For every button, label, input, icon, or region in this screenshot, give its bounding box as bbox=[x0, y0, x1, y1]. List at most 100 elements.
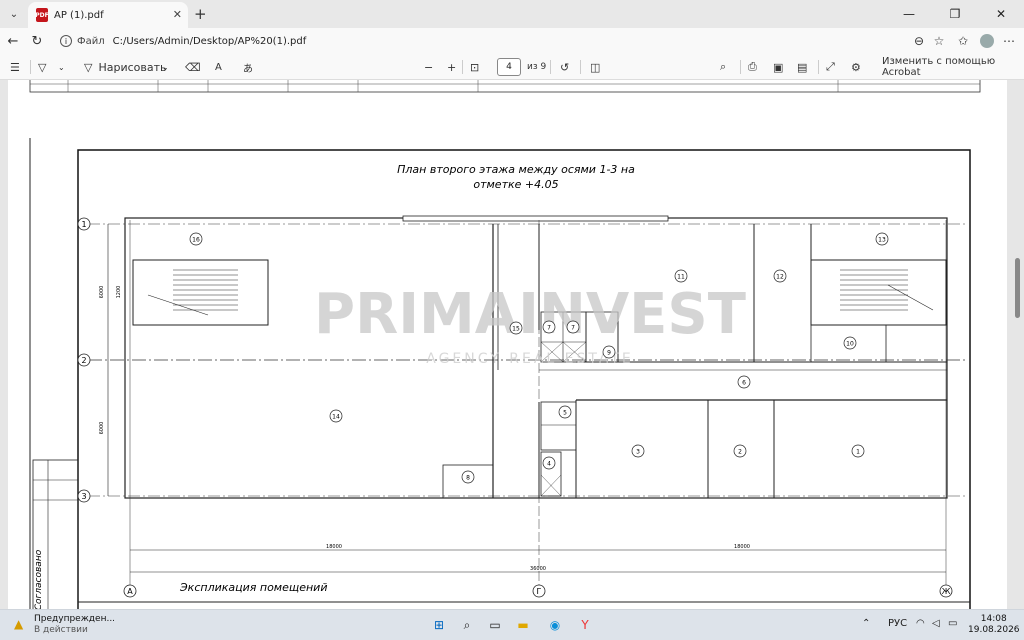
favorites-icon[interactable]: ✩ bbox=[954, 32, 972, 50]
svg-text:7: 7 bbox=[547, 325, 551, 332]
wifi-icon[interactable]: ◠ bbox=[916, 618, 925, 629]
keyboard-language[interactable]: РУС bbox=[888, 618, 907, 629]
file-explorer-icon[interactable]: ▬ bbox=[514, 616, 532, 634]
svg-text:13: 13 bbox=[878, 237, 886, 244]
room-label-13: 13 bbox=[875, 232, 889, 246]
viewer-scrollbar[interactable] bbox=[1012, 80, 1024, 609]
room-label-16: 16 bbox=[189, 232, 203, 246]
tab-pdf[interactable]: PDF AP (1).pdf ✕ bbox=[28, 2, 188, 28]
zoom-in-icon[interactable]: + bbox=[447, 58, 456, 76]
tab-close-icon[interactable]: ✕ bbox=[173, 8, 182, 21]
settings-gear-icon[interactable]: ⚙ bbox=[851, 58, 861, 76]
room-label-1: 1 bbox=[851, 444, 865, 458]
room-label-10: 10 bbox=[843, 336, 857, 350]
watermark-logo: PRIMAINVEST bbox=[314, 282, 746, 347]
search-icon[interactable]: ⌕ bbox=[458, 616, 476, 634]
draw-button[interactable]: ▽ Нарисовать bbox=[84, 58, 167, 76]
room-label-11: 11 bbox=[674, 269, 688, 283]
edit-acrobat-button[interactable]: Изменить с помощью Acrobat bbox=[882, 56, 1024, 78]
fit-page-icon[interactable]: ⊡ bbox=[470, 58, 479, 76]
yandex-browser-icon[interactable]: Y bbox=[576, 616, 594, 634]
dim-vert-2: 6000 bbox=[99, 422, 105, 435]
tray-chevron-icon[interactable]: ⌃ bbox=[862, 618, 870, 629]
room-label-14: 14 bbox=[329, 409, 343, 423]
maximize-button[interactable]: ❐ bbox=[932, 0, 978, 28]
room-label-3: 3 bbox=[631, 444, 645, 458]
url-text: C:/Users/Admin/Desktop/AP%20(1).pdf bbox=[112, 35, 307, 47]
svg-text:12: 12 bbox=[776, 274, 784, 281]
fullscreen-icon[interactable]: ⤢ bbox=[826, 58, 835, 76]
svg-text:3: 3 bbox=[81, 492, 86, 501]
drawing-title-line1: План второго этажа между осями 1-3 на bbox=[397, 163, 635, 176]
refresh-icon[interactable]: ↻ bbox=[28, 32, 46, 50]
axis-row-2: 2 bbox=[77, 353, 91, 367]
notification-title: Предупрежден... bbox=[34, 614, 116, 624]
favorite-star-icon[interactable]: ☆ bbox=[930, 32, 948, 50]
profile-avatar[interactable] bbox=[978, 32, 996, 50]
dim-vert-1: 6000 bbox=[99, 286, 105, 299]
highlight-icon[interactable]: ▽ bbox=[38, 58, 46, 76]
room-label-2: 2 bbox=[733, 444, 747, 458]
watermark-subtitle: AGENCY REAL ESTATE bbox=[426, 351, 634, 367]
svg-text:1: 1 bbox=[856, 449, 860, 456]
svg-text:2: 2 bbox=[738, 449, 742, 456]
room-label-7: 7 bbox=[542, 320, 556, 334]
system-clock[interactable]: 14:08 19.08.2026 bbox=[968, 614, 1020, 636]
room-label-15: 15 bbox=[509, 321, 523, 335]
svg-text:10: 10 bbox=[846, 341, 854, 348]
task-view-icon[interactable]: ▭ bbox=[486, 616, 504, 634]
room-label-8: 8 bbox=[461, 470, 475, 484]
info-icon[interactable]: i bbox=[60, 35, 72, 47]
edge-browser-icon[interactable]: ◉ bbox=[546, 616, 564, 634]
back-icon[interactable]: ← bbox=[4, 32, 22, 50]
dim-stair: 1200 bbox=[116, 286, 122, 299]
tab-title: AP (1).pdf bbox=[54, 9, 104, 21]
more-menu-icon[interactable]: ⋯ bbox=[1000, 32, 1018, 50]
pdf-toolbar: ☰ ▽ ⌄ ▽ Нарисовать ⌄ ⌫ A あ − + ⊡ 4 из 9 … bbox=[0, 54, 1024, 80]
room-label-6: 6 bbox=[737, 375, 751, 389]
tab-bar: ⌄ PDF AP (1).pdf ✕ + — ❐ ✕ bbox=[0, 0, 1024, 28]
clock-date: 19.08.2026 bbox=[968, 625, 1020, 635]
pdf-page-current: План второго этажа между осями 1-3 на от… bbox=[8, 120, 1007, 609]
pdf-file-icon: PDF bbox=[35, 8, 49, 22]
print-icon[interactable]: ⎙ bbox=[748, 58, 757, 76]
rotate-icon[interactable]: ↺ bbox=[560, 58, 569, 76]
svg-text:8: 8 bbox=[466, 475, 470, 482]
room-label-5: 5 bbox=[558, 405, 572, 419]
svg-text:Г: Г bbox=[537, 587, 542, 596]
start-windows-icon[interactable]: ⊞ bbox=[430, 616, 448, 634]
volume-icon[interactable]: ◁ bbox=[932, 618, 940, 629]
warning-icon[interactable]: ▲ bbox=[14, 617, 23, 631]
notification-widget[interactable]: Предупрежден... В действии bbox=[34, 614, 115, 636]
new-tab-button[interactable]: + bbox=[194, 5, 207, 23]
save-icon[interactable]: ▣ bbox=[773, 58, 783, 76]
translate-icon[interactable]: あ bbox=[243, 58, 253, 76]
svg-text:6: 6 bbox=[742, 380, 746, 387]
close-window-button[interactable]: ✕ bbox=[978, 0, 1024, 28]
zoom-icon[interactable]: ⊖ bbox=[910, 32, 928, 50]
page-number-input[interactable]: 4 bbox=[497, 58, 521, 76]
tab-actions-menu-icon[interactable]: ⌄ bbox=[4, 4, 24, 24]
zoom-out-icon[interactable]: − bbox=[424, 58, 433, 76]
pdf-viewer[interactable]: План второго этажа между осями 1-3 на от… bbox=[0, 80, 1024, 609]
search-icon[interactable]: ⌕ bbox=[720, 58, 726, 76]
svg-text:15: 15 bbox=[512, 326, 520, 333]
url-field[interactable]: i Файл C:/Users/Admin/Desktop/AP%20(1).p… bbox=[56, 31, 906, 51]
axis-col-А: А bbox=[123, 584, 137, 598]
draw-dropdown-icon[interactable]: ⌄ bbox=[162, 58, 169, 76]
room-label-4: 4 bbox=[542, 456, 556, 470]
axis-col-Ж: Ж bbox=[939, 584, 953, 598]
svg-text:14: 14 bbox=[332, 414, 340, 421]
viewer-scroll-thumb[interactable] bbox=[1015, 258, 1020, 318]
read-aloud-icon[interactable]: A bbox=[215, 58, 222, 76]
svg-text:4: 4 bbox=[547, 461, 551, 468]
eraser-icon[interactable]: ⌫ bbox=[185, 58, 201, 76]
battery-icon[interactable]: ▭ bbox=[948, 618, 957, 629]
save-as-icon[interactable]: ▤ bbox=[797, 58, 807, 76]
minimize-button[interactable]: — bbox=[886, 0, 932, 28]
svg-text:Ж: Ж bbox=[942, 587, 951, 596]
highlight-dropdown-icon[interactable]: ⌄ bbox=[58, 58, 65, 76]
notification-subtitle: В действии bbox=[34, 625, 88, 635]
contents-icon[interactable]: ☰ bbox=[10, 58, 20, 76]
page-view-icon[interactable]: ◫ bbox=[590, 58, 600, 76]
